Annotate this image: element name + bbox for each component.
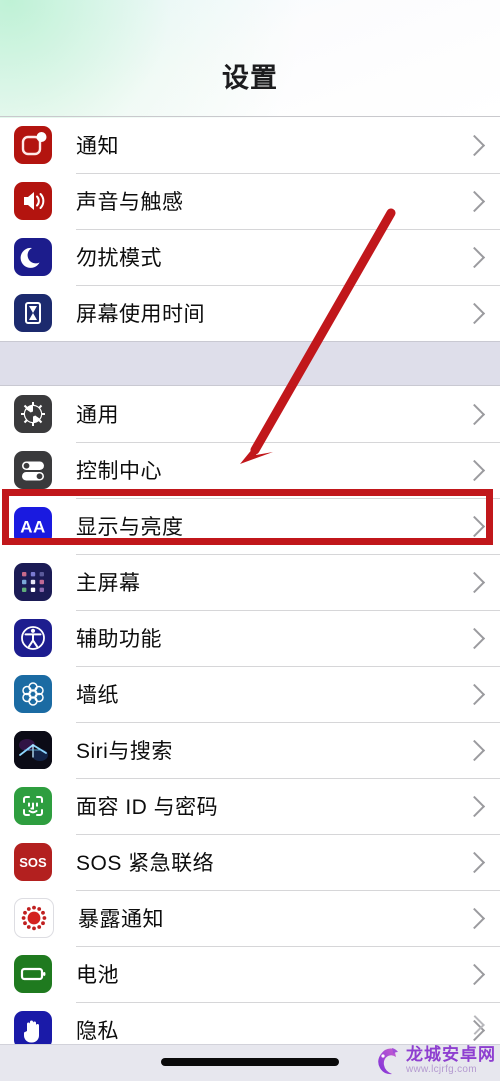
- aa-icon: AA: [14, 507, 52, 545]
- chevron-right-icon: [463, 190, 486, 212]
- settings-row-battery[interactable]: 电池: [0, 946, 500, 1002]
- chevron-right-icon: [463, 795, 486, 817]
- wallpaper-icon: [14, 675, 52, 713]
- settings-screen: 设置 通知 声音与触感 勿扰模式 屏幕使用时间 通用 控制中心 AA 显示与亮度…: [0, 0, 500, 1081]
- settings-row-label: 通用: [76, 404, 119, 427]
- aa-glyph: AA: [20, 518, 46, 537]
- accessibility-glyph: [21, 626, 45, 650]
- notifications-glyph: [21, 132, 47, 156]
- settings-row-screen-time[interactable]: 屏幕使用时间: [0, 285, 500, 341]
- settings-row-do-not-disturb[interactable]: 勿扰模式: [0, 229, 500, 285]
- toggles-icon: [14, 451, 52, 489]
- chevron-right-icon: [463, 459, 486, 481]
- gear-icon: [14, 395, 52, 433]
- settings-row-label: 通知: [76, 135, 119, 158]
- settings-row-label: 显示与亮度: [76, 516, 184, 539]
- moon-icon: [14, 238, 52, 276]
- settings-row-label: 主屏幕: [76, 572, 141, 595]
- settings-row-control-center[interactable]: 控制中心: [0, 442, 500, 498]
- navigation-bar: 设置: [0, 0, 500, 117]
- settings-row-label: 墙纸: [76, 684, 119, 707]
- speaker-glyph: [24, 192, 45, 210]
- hourglass-glyph: [25, 302, 41, 324]
- face-id-glyph: [23, 796, 43, 816]
- home-indicator[interactable]: [161, 1058, 339, 1066]
- settings-row-label: 暴露通知: [78, 908, 164, 931]
- settings-row-label: 辅助功能: [76, 628, 162, 651]
- sound-icon: [14, 182, 52, 220]
- chevron-right-icon: [463, 627, 486, 649]
- battery-glyph: [20, 967, 46, 981]
- hourglass-icon: [14, 294, 52, 332]
- chevron-right-icon: [463, 907, 486, 929]
- chevron-right-icon: [463, 134, 486, 156]
- settings-row-label: 面容 ID 与密码: [76, 796, 219, 819]
- settings-row-label: 勿扰模式: [76, 247, 162, 270]
- exposure-glyph: [21, 905, 47, 931]
- chevron-right-icon: [463, 246, 486, 268]
- settings-row-home-screen[interactable]: 主屏幕: [0, 554, 500, 610]
- settings-row-label: Siri与搜索: [76, 740, 173, 763]
- settings-row-exposure-notifications[interactable]: 暴露通知: [0, 890, 500, 946]
- chevron-right-icon: [463, 683, 486, 705]
- svg-text:AA: AA: [20, 518, 46, 537]
- wallpaper-glyph: [22, 682, 44, 706]
- accessibility-icon: [14, 619, 52, 657]
- settings-row-wallpaper[interactable]: 墙纸: [0, 666, 500, 722]
- settings-row-label: 屏幕使用时间: [76, 303, 205, 326]
- settings-row-sounds-haptics[interactable]: 声音与触感: [0, 173, 500, 229]
- svg-text:SOS: SOS: [19, 855, 47, 870]
- settings-list: 通知 声音与触感 勿扰模式 屏幕使用时间 通用 控制中心 AA 显示与亮度 主屏…: [0, 117, 500, 1058]
- settings-row-notifications[interactable]: 通知: [0, 117, 500, 173]
- chevron-right-icon: [463, 515, 486, 537]
- siri-icon: [14, 731, 52, 769]
- battery-icon: [14, 955, 52, 993]
- settings-row-siri-search[interactable]: Siri与搜索: [0, 722, 500, 778]
- settings-row-general[interactable]: 通用: [0, 386, 500, 442]
- settings-row-sos[interactable]: SOS SOS 紧急联络: [0, 834, 500, 890]
- chevron-right-icon: [463, 302, 486, 324]
- settings-row-label: 声音与触感: [76, 191, 184, 214]
- settings-row-accessibility[interactable]: 辅助功能: [0, 610, 500, 666]
- section-separator: [0, 341, 500, 386]
- settings-row-label: SOS 紧急联络: [76, 852, 215, 875]
- toggles-glyph: [22, 461, 44, 481]
- settings-row-display-brightness[interactable]: AA 显示与亮度: [0, 498, 500, 554]
- sos-icon: SOS: [14, 843, 52, 881]
- face-id-icon: [14, 787, 52, 825]
- settings-row-label: 电池: [76, 964, 119, 987]
- home-screen-glyph: [22, 572, 44, 592]
- settings-row-face-id-passcode[interactable]: 面容 ID 与密码: [0, 778, 500, 834]
- top-gradient-overlay: [0, 0, 500, 118]
- siri-glyph: [14, 731, 52, 769]
- home-screen-icon: [14, 563, 52, 601]
- gear-glyph: [21, 402, 45, 426]
- moon-glyph: [20, 247, 40, 268]
- notifications-icon: [14, 126, 52, 164]
- sos-glyph: SOS: [19, 855, 47, 870]
- settings-row-label: 隐私: [76, 1020, 119, 1043]
- settings-group-notifications: 通知 声音与触感 勿扰模式 屏幕使用时间: [0, 117, 500, 341]
- chevron-right-icon: [463, 571, 486, 593]
- exposure-icon: [14, 898, 54, 938]
- chevron-right-icon: [463, 739, 486, 761]
- chevron-right-icon: [463, 851, 486, 873]
- nav-bar-separator: [0, 116, 500, 117]
- chevron-right-icon: [463, 403, 486, 425]
- chevron-right-icon: [463, 963, 486, 985]
- settings-group-system: 通用 控制中心 AA 显示与亮度 主屏幕 辅助功能 墙纸 Siri与搜索 面容 …: [0, 386, 500, 1058]
- page-title: 设置: [222, 63, 278, 93]
- settings-row-label: 控制中心: [76, 460, 162, 483]
